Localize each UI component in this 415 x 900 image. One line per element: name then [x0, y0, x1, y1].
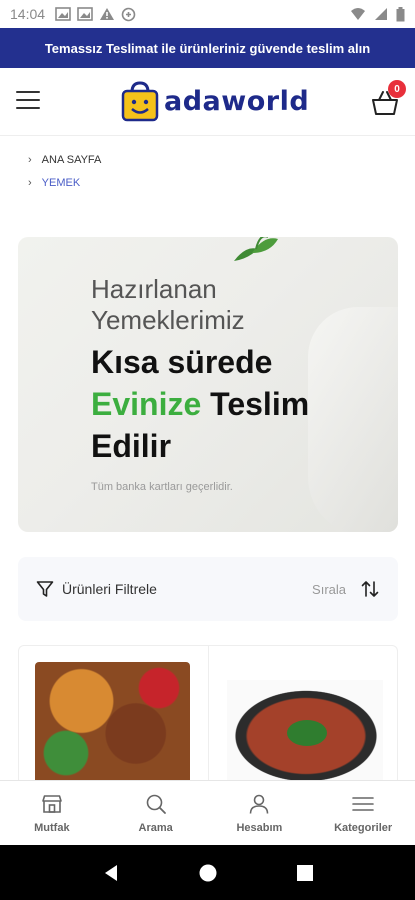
filter-funnel-icon	[36, 581, 54, 597]
logo-text: adaworld	[164, 85, 310, 117]
nav-item-hesabim[interactable]: Hesabım	[208, 781, 312, 845]
nav-label: Kategoriler	[334, 822, 393, 834]
hero-subtitle: Hazırlanan Yemeklerimiz	[91, 274, 245, 336]
recents-icon[interactable]	[296, 864, 314, 882]
wifi-icon	[351, 8, 365, 20]
herb-garnish	[287, 720, 327, 746]
status-bar: 14:04	[0, 0, 415, 28]
hero-banner[interactable]: Hazırlanan Yemeklerimiz Kısa sürede Evin…	[18, 237, 398, 532]
hero-title-highlight: Evinize	[91, 386, 202, 422]
breadcrumb: › ANA SAYFA › YEMEK	[28, 148, 101, 194]
sort-button[interactable]: Sırala	[312, 579, 380, 599]
system-navigation-bar	[0, 845, 415, 900]
hero-subtitle-line: Yemeklerimiz	[91, 305, 245, 335]
breadcrumb-item-yemek[interactable]: › YEMEK	[28, 171, 101, 194]
menu-icon	[352, 797, 374, 811]
sort-label: Sırala	[312, 581, 346, 597]
nav-label: Hesabım	[236, 822, 283, 834]
product-image-pan-dish	[227, 680, 383, 784]
logo[interactable]: adaworld	[120, 80, 309, 122]
breadcrumb-label: ANA SAYFA	[41, 153, 102, 166]
hero-note: Tüm banka kartları geçerlidir.	[91, 481, 233, 493]
battery-icon	[396, 6, 405, 21]
data-saver-icon	[121, 7, 136, 21]
filter-label: Ürünleri Filtrele	[62, 581, 157, 597]
store-icon	[42, 795, 62, 813]
search-icon	[146, 794, 166, 814]
app-header: adaworld 0	[0, 68, 415, 136]
image-icon	[77, 7, 93, 21]
bottom-navigation: Mutfak Arama Hesabım Kategoriler	[0, 780, 415, 845]
product-card[interactable]	[208, 646, 397, 784]
sort-arrows-icon	[361, 581, 379, 597]
promo-text: Temassız Teslimat ile ürünleriniz güvend…	[44, 40, 371, 56]
shopping-bag-logo-icon	[121, 81, 159, 122]
product-card[interactable]	[19, 646, 208, 784]
system-icons	[350, 6, 405, 22]
hero-title-line: Edilir	[91, 428, 172, 464]
cart-button[interactable]: 0	[370, 80, 406, 118]
promo-banner: Temassız Teslimat ile ürünleriniz güvend…	[0, 28, 415, 68]
notification-icons	[55, 7, 136, 22]
cart-count-badge: 0	[388, 80, 406, 98]
nav-item-arama[interactable]: Arama	[104, 781, 208, 845]
chevron-right-icon: ›	[28, 153, 32, 166]
nav-item-mutfak[interactable]: Mutfak	[0, 781, 104, 845]
hero-title-rest: Teslim	[201, 386, 310, 422]
nav-item-kategoriler[interactable]: Kategoriler	[311, 781, 415, 845]
warning-icon	[100, 8, 115, 20]
herb-leaf-decoration	[234, 237, 278, 261]
nav-label: Arama	[138, 822, 173, 834]
hero-title: Kısa sürede Evinize Teslim Edilir	[91, 341, 309, 467]
home-icon[interactable]	[198, 863, 218, 883]
user-icon	[250, 794, 269, 814]
signal-icon	[375, 8, 387, 20]
breadcrumb-item-home[interactable]: › ANA SAYFA	[28, 148, 101, 171]
hero-title-line: Evinize Teslim	[91, 383, 309, 425]
chevron-right-icon: ›	[28, 176, 32, 189]
back-icon[interactable]	[102, 863, 120, 883]
product-grid	[18, 645, 398, 785]
breadcrumb-label: YEMEK	[41, 176, 81, 189]
hero-title-line: Kısa sürede	[91, 344, 273, 380]
nav-label: Mutfak	[34, 822, 70, 834]
product-image-kebab-platter	[35, 662, 190, 784]
filter-button[interactable]: Ürünleri Filtrele	[36, 580, 157, 598]
image-icon	[55, 7, 71, 21]
status-time: 14:04	[10, 6, 46, 22]
hero-subtitle-line: Hazırlanan	[91, 274, 217, 304]
cloth-decoration	[308, 307, 398, 532]
filter-bar: Ürünleri Filtrele Sırala	[18, 557, 398, 621]
hamburger-menu-icon[interactable]	[16, 91, 40, 111]
